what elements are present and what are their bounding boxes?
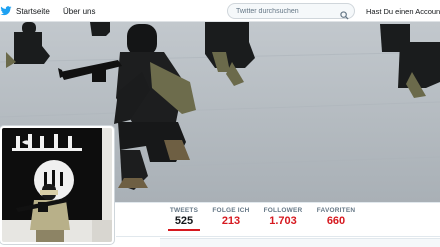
timeline-top-strip (160, 238, 440, 247)
signup-prompt-link[interactable]: Hast Du einen Account? (366, 0, 440, 22)
stat-followers-label: FOLLOWER (263, 207, 303, 214)
twitter-profile-page: Startseite Über uns Hast Du einen Accoun… (0, 0, 440, 247)
stat-following-label: FOLGE ICH (212, 207, 250, 214)
stat-following-value: 213 (221, 215, 241, 227)
twitter-bird-icon (0, 5, 12, 17)
stat-favorites-value: 660 (326, 215, 346, 227)
profile-avatar-image[interactable] (0, 126, 114, 244)
nav-home-link[interactable]: Startseite (0, 0, 50, 22)
nav-about-label: Über uns (63, 6, 96, 16)
stats-divider (116, 236, 440, 237)
stat-tweets-label: TWEETS (169, 207, 199, 214)
stat-followers-value: 1.703 (269, 215, 297, 227)
nav-about-link[interactable]: Über uns (63, 0, 95, 22)
top-navigation-bar: Startseite Über uns Hast Du einen Accoun… (0, 0, 440, 22)
search-icon[interactable] (340, 7, 349, 20)
signup-prompt-text: Hast Du einen Account? (366, 6, 440, 16)
active-tab-underline (168, 229, 200, 231)
stat-favorites-label: FAVORITEN (316, 207, 356, 214)
stat-tweets-value: 525 (174, 215, 194, 227)
search-input[interactable] (236, 6, 336, 17)
search-box (227, 3, 355, 20)
nav-home-label: Startseite (16, 6, 50, 16)
